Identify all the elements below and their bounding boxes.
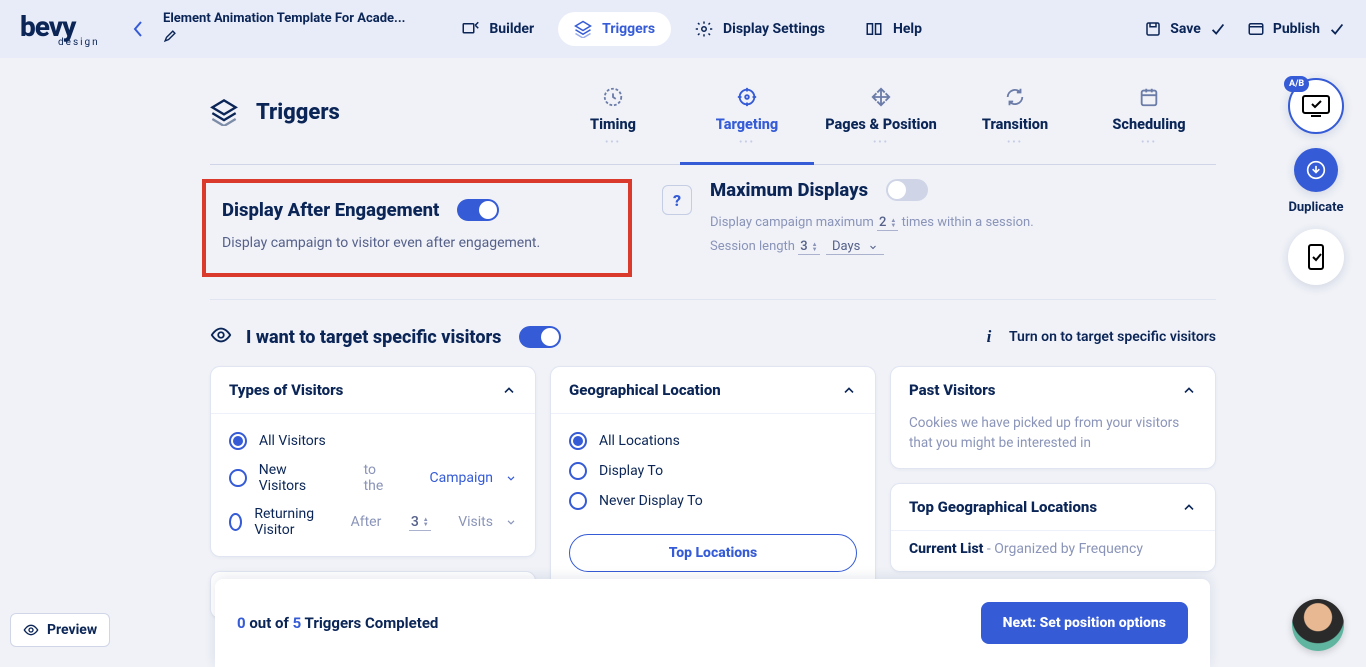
radio-display-to[interactable] (569, 462, 587, 480)
radio-all-locations[interactable] (569, 432, 587, 450)
nav-builder[interactable]: Builder (445, 12, 550, 46)
session-unit-select[interactable]: Days (826, 239, 884, 255)
radio-returning-visitor[interactable] (229, 513, 242, 531)
edit-title-icon[interactable] (163, 28, 405, 47)
radio-new-visitors[interactable] (229, 469, 247, 487)
next-button[interactable]: Next: Set position options (981, 602, 1188, 644)
layers-icon (210, 98, 238, 126)
tab-transition[interactable]: Transition••• (948, 78, 1082, 164)
mobile-preview-button[interactable] (1288, 229, 1344, 285)
page-title: Triggers (210, 78, 340, 126)
tab-pages-position[interactable]: Pages & Position••• (814, 78, 948, 164)
collapse-icon[interactable] (1181, 382, 1197, 398)
back-button[interactable] (125, 16, 151, 42)
document-title: Element Animation Template For Acade... (163, 11, 405, 26)
geographical-location-card: Geographical Location All Locations Disp… (550, 366, 876, 589)
footer-bar: 0 out of 5 Triggers Completed Next: Set … (215, 579, 1210, 667)
radio-never-display-to[interactable] (569, 492, 587, 510)
target-visitors-toggle[interactable] (519, 326, 561, 348)
check-icon (1328, 20, 1346, 38)
session-length-input[interactable]: 3▲▼ (798, 239, 819, 255)
device-preview-button[interactable]: A/B (1288, 78, 1344, 134)
radio-all-visitors[interactable] (229, 432, 247, 450)
display-after-engagement-section: Display After Engagement Display campaig… (202, 179, 632, 277)
collapse-icon[interactable] (1181, 499, 1197, 515)
max-displays-input[interactable]: 2▲▼ (877, 215, 898, 231)
chevron-down-icon[interactable] (505, 472, 517, 484)
past-visitors-card: Past Visitors Cookies we have picked up … (890, 366, 1216, 469)
info-icon: i (979, 327, 999, 347)
check-icon (1209, 20, 1227, 38)
save-button[interactable]: Save (1144, 20, 1227, 38)
ab-badge: A/B (1284, 76, 1309, 92)
max-displays-toggle[interactable] (886, 179, 928, 201)
nav-display-settings[interactable]: Display Settings (679, 12, 841, 46)
help-badge[interactable]: ? (662, 185, 692, 215)
tab-scheduling[interactable]: Scheduling••• (1082, 78, 1216, 164)
returning-count-input[interactable]: 3▲▼ (409, 514, 431, 531)
engagement-toggle[interactable] (457, 199, 499, 221)
preview-button[interactable]: Preview (10, 613, 110, 647)
tab-timing[interactable]: Timing••• (546, 78, 680, 164)
chevron-down-icon[interactable] (505, 516, 517, 528)
top-geo-locations-card: Top Geographical Locations Current List … (890, 483, 1216, 572)
types-of-visitors-card: Types of Visitors All Visitors New Visit… (210, 366, 536, 557)
top-locations-button[interactable]: Top Locations (569, 534, 857, 572)
tab-targeting[interactable]: Targeting••• (680, 78, 814, 164)
nav-help[interactable]: Help (849, 12, 938, 46)
publish-button[interactable]: Publish (1247, 20, 1346, 38)
eye-icon (210, 324, 232, 350)
logo: bevydesign (20, 10, 105, 48)
avatar[interactable] (1292, 599, 1344, 651)
collapse-icon[interactable] (501, 382, 517, 398)
eye-icon (23, 622, 39, 638)
collapse-icon[interactable] (841, 382, 857, 398)
duplicate-button[interactable] (1294, 148, 1338, 192)
nav-triggers[interactable]: Triggers (558, 12, 671, 46)
